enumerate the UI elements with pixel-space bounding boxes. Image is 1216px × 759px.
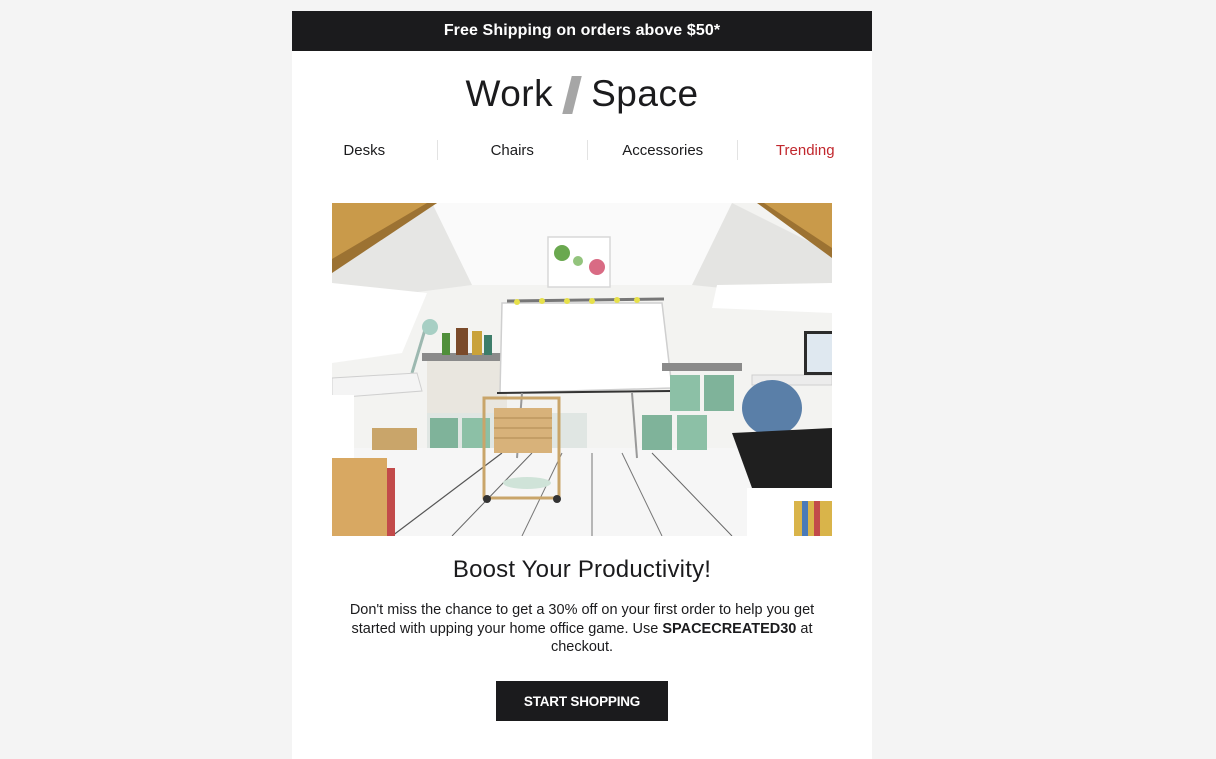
nav-item-chairs[interactable]: Chairs [438,142,587,159]
promo-code: SPACECREATED30 [662,620,797,637]
logo-word-space: Space [591,73,699,114]
nav-item-accessories[interactable]: Accessories [588,142,737,159]
hero-illustration [332,203,832,536]
headline: Boost Your Productivity! [452,556,712,583]
hero-image[interactable] [332,203,832,536]
shipping-banner: Free Shipping on orders above $50* [292,11,872,51]
nav-item-trending[interactable]: Trending [738,142,872,159]
brand-logo[interactable]: Work Space [292,70,872,118]
logo-slash-icon [562,76,582,114]
logo-word-work: Work [465,73,554,114]
promo-text: Don't miss the chance to get a 30% off o… [332,601,832,657]
shipping-banner-text: Free Shipping on orders above $50* [443,22,721,39]
email-container: Free Shipping on orders above $50* Work … [292,11,872,759]
nav-item-desks[interactable]: Desks [292,142,437,159]
main-nav: Desks Chairs Accessories Trending [292,138,872,162]
start-shopping-button[interactable]: START SHOPPING [496,681,668,721]
